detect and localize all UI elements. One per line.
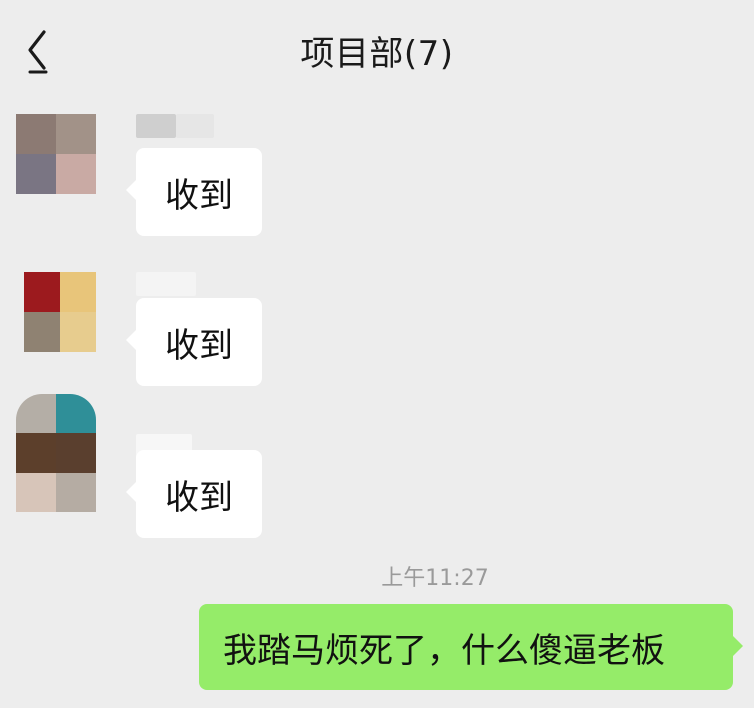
message-bubble[interactable]: 收到 <box>126 148 262 236</box>
avatar[interactable] <box>16 114 96 194</box>
avatar-tile <box>16 433 56 473</box>
avatar-tile <box>56 433 96 473</box>
sender-name-blurred <box>176 114 214 138</box>
message-bubble[interactable]: 收到 <box>126 450 262 538</box>
avatar-tile <box>24 312 60 352</box>
message-timestamp: 上午11:27 <box>381 566 489 591</box>
avatar-tile <box>16 114 56 154</box>
chat-title: 项目部(7) <box>300 34 454 74</box>
avatar-tile <box>56 394 96 434</box>
avatar-tile <box>16 394 56 434</box>
my-message-bubble[interactable]: 我踏马烦死了，什么傻逼老板 <box>199 604 743 690</box>
avatar-tile <box>56 154 96 194</box>
sender-name-blurred <box>136 272 196 296</box>
avatar-tile <box>24 272 60 312</box>
avatar-tile <box>56 472 96 512</box>
avatar-tile <box>56 114 96 154</box>
avatar-tile <box>60 272 96 312</box>
chat-header: 项目部(7) <box>0 0 754 96</box>
sender-name-blurred <box>136 114 176 138</box>
message-bubble[interactable]: 收到 <box>126 298 262 386</box>
avatar-tile <box>16 472 56 512</box>
avatar-tile <box>60 312 96 352</box>
avatar-tile <box>16 154 56 194</box>
avatar[interactable] <box>16 394 96 512</box>
avatar[interactable] <box>24 272 96 352</box>
